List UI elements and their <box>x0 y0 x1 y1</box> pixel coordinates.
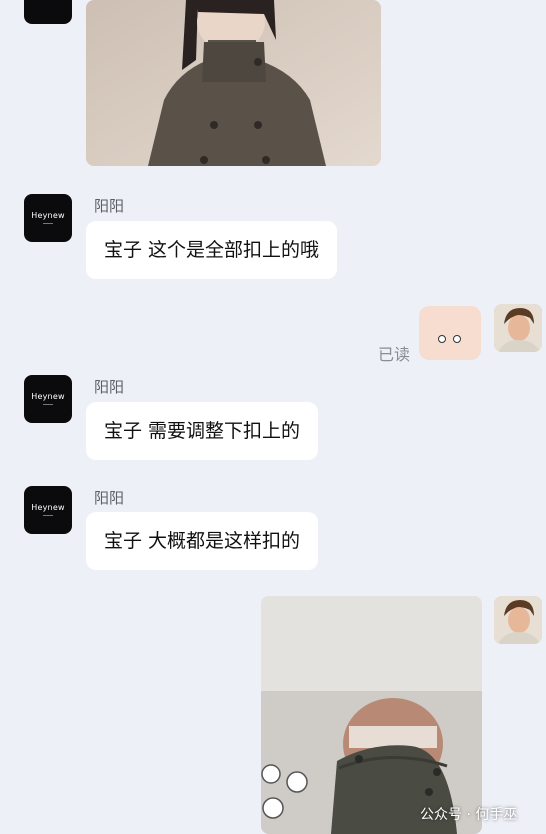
product-photo-coat[interactable] <box>86 0 381 166</box>
brand-logo-text: Heynew <box>31 392 65 401</box>
user-photo-message[interactable] <box>261 596 482 834</box>
brand-avatar[interactable]: Heynew <box>24 194 72 242</box>
message-bubble[interactable]: 宝子 需要调整下扣上的 <box>86 402 319 460</box>
brand-avatar[interactable]: Heynew <box>24 375 72 423</box>
message-bubble[interactable]: 宝子 这个是全部扣上的哦 <box>86 221 338 279</box>
brand-logo-underline <box>43 515 53 516</box>
sender-name: 阳阳 <box>94 489 125 507</box>
user-avatar[interactable] <box>494 304 542 352</box>
sender-name: 阳阳 <box>94 197 125 215</box>
coat-tryon-image <box>261 596 482 834</box>
brand-logo-underline <box>43 404 53 405</box>
brand-logo-text: Heynew <box>31 503 65 512</box>
read-status: 已读 <box>378 345 411 364</box>
brand-logo-underline <box>43 223 53 224</box>
message-bubble[interactable]: 宝子 大概都是这样扣的 <box>86 512 319 570</box>
user-face-image <box>494 304 542 352</box>
sticker-eye-right <box>453 335 461 343</box>
coat-model-image <box>86 0 381 166</box>
sender-name: 阳阳 <box>94 378 125 396</box>
brand-logo-text: Heynew <box>31 211 65 220</box>
brand-avatar[interactable]: Heynew <box>24 486 72 534</box>
user-avatar[interactable] <box>494 596 542 644</box>
brand-avatar-top[interactable] <box>24 0 72 24</box>
user-face-image <box>494 596 542 644</box>
sticker-message[interactable] <box>419 306 481 360</box>
watermark: 公众号 · 何手巫 <box>420 807 518 823</box>
sticker-eye-left <box>438 335 446 343</box>
